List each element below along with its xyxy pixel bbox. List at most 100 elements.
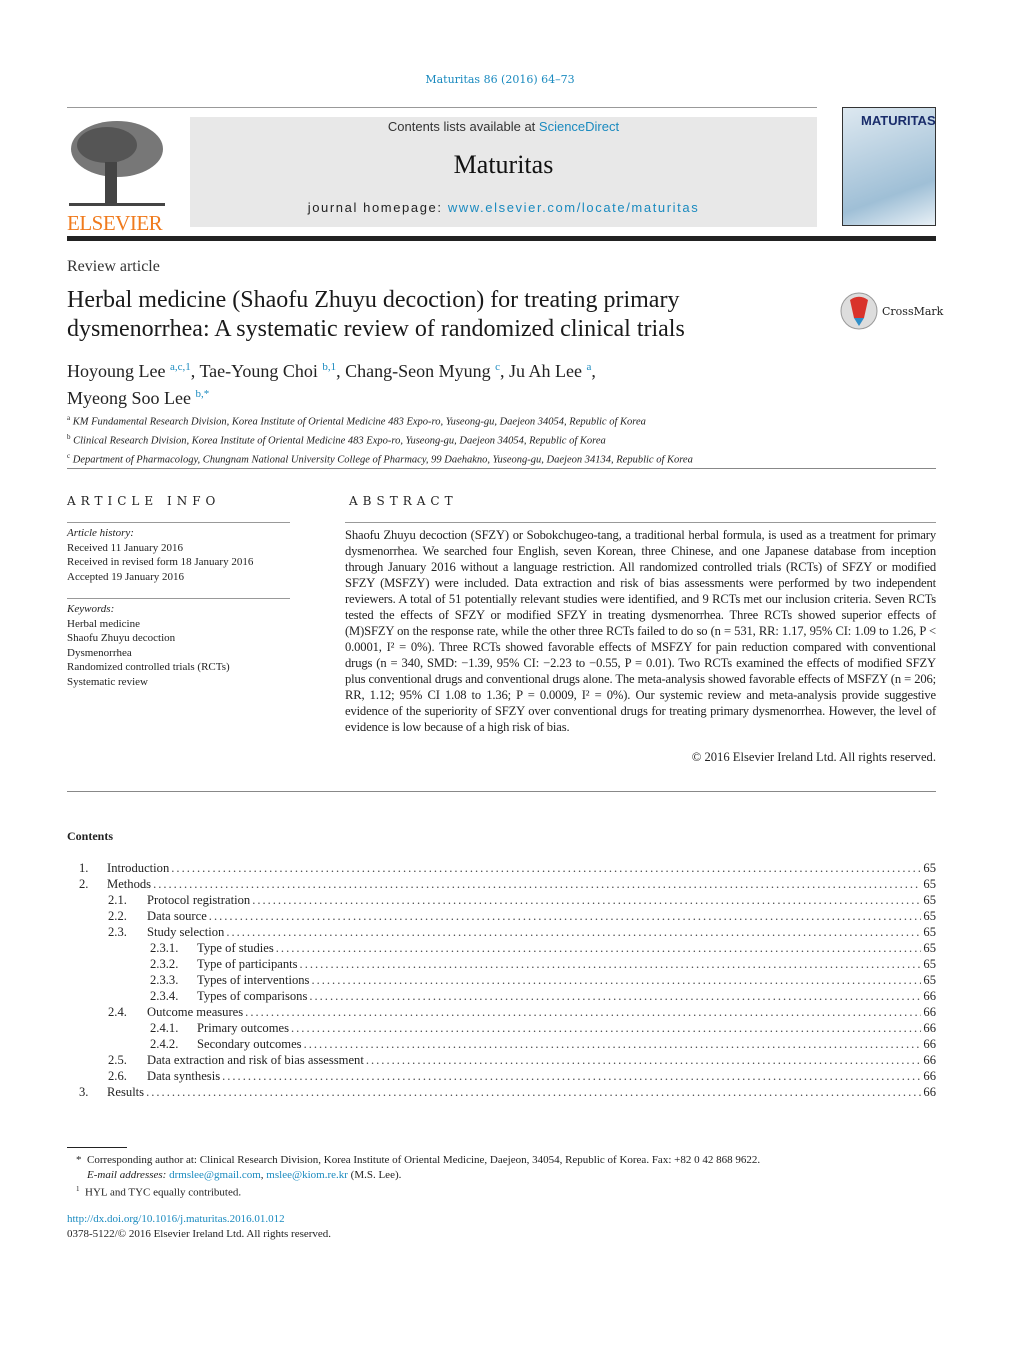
author[interactable]: Myeong Soo Lee b,* <box>67 388 209 408</box>
divider <box>67 107 817 108</box>
keyword: Shaofu Zhuyu decoction <box>67 632 176 644</box>
toc-number: 2.4.1. <box>150 1021 179 1035</box>
toc-entry[interactable]: 2.3.2. Type of participants..............… <box>67 957 936 973</box>
toc-entry[interactable]: 2.6. Data synthesis......................… <box>67 1069 936 1085</box>
homepage-link[interactable]: www.elsevier.com/locate/maturitas <box>448 200 699 215</box>
toc-entry[interactable]: 3. Results...............................… <box>67 1085 936 1101</box>
dot-leader: ........................................… <box>153 877 922 891</box>
history-item: Received in revised form 18 January 2016 <box>67 556 254 568</box>
journal-citation[interactable]: Maturitas 86 (2016) 64–73 <box>0 73 1000 86</box>
toc-entry[interactable]: 2.4.2. Secondary outcomes................… <box>67 1037 936 1053</box>
abstract-text: Shaofu Zhuyu decoction (SFZY) or Sobokch… <box>345 528 936 734</box>
toc-title[interactable]: Secondary outcomes <box>197 1037 304 1052</box>
toc-title[interactable]: Results <box>107 1085 147 1100</box>
elsevier-wordmark: ELSEVIER <box>67 211 163 235</box>
toc-entry[interactable]: 2.2. Data source.........................… <box>67 909 936 925</box>
footer: http://dx.doi.org/10.1016/j.maturitas.20… <box>67 1212 331 1241</box>
keyword: Randomized controlled trials (RCTs) <box>67 661 230 673</box>
toc-page: 65 <box>923 957 936 971</box>
divider <box>67 522 290 523</box>
toc-entry[interactable]: 2.4.1. Primary outcomes..................… <box>67 1021 936 1037</box>
toc-entry[interactable]: 2.3.1. Type of studies...................… <box>67 941 936 957</box>
toc-title[interactable]: Types of interventions <box>197 973 312 988</box>
journal-name: Maturitas <box>453 150 554 179</box>
footnote-rule <box>67 1147 127 1148</box>
toc-page: 65 <box>923 941 936 955</box>
author-list: Hoyoung Lee a,c,1, Tae-Young Choi b,1, C… <box>67 361 596 408</box>
toc-number: 3. <box>79 1085 89 1099</box>
history-label: Article history: <box>67 527 134 539</box>
sciencedirect-link[interactable]: ScienceDirect <box>539 119 619 134</box>
toc-number: 2.3.2. <box>150 957 179 971</box>
dot-leader: ........................................… <box>146 1085 921 1099</box>
equal-contribution-footnote: 1 HYL and TYC equally contributed. <box>76 1185 242 1199</box>
toc-number: 2.2. <box>108 909 127 923</box>
dot-leader: ........................................… <box>275 941 922 955</box>
header-rule <box>67 236 936 241</box>
toc-page: 65 <box>923 973 936 987</box>
author[interactable]: Chang-Seon Myung c <box>345 361 500 381</box>
toc-entry[interactable]: 2.3.4. Types of comparisons..............… <box>67 989 936 1005</box>
toc-entry[interactable]: 2.1. Protocol registration...............… <box>67 893 936 909</box>
toc-title[interactable]: Type of participants <box>197 957 300 972</box>
divider <box>345 522 936 523</box>
toc-number: 2. <box>79 877 89 891</box>
toc-entry[interactable]: 2.5. Data extraction and risk of bias ass… <box>67 1053 936 1069</box>
toc-entry[interactable]: 2. Methods...............................… <box>67 877 936 893</box>
toc-number: 2.6. <box>108 1069 127 1083</box>
toc-entry[interactable]: 1. Introduction..........................… <box>67 861 936 877</box>
history-item: Accepted 19 January 2016 <box>67 570 184 583</box>
toc-title[interactable]: Study selection <box>147 925 227 940</box>
toc-page: 65 <box>923 877 936 891</box>
toc-number: 2.3. <box>108 925 127 939</box>
toc-title[interactable]: Protocol registration <box>147 893 253 908</box>
toc-title[interactable]: Data synthesis <box>147 1069 223 1084</box>
keyword: Systematic review <box>67 675 148 688</box>
toc-page: 66 <box>923 989 936 1003</box>
history-item: Received 11 January 2016 <box>67 541 183 554</box>
toc-number: 2.3.1. <box>150 941 179 955</box>
author[interactable]: Ju Ah Lee a <box>509 361 591 381</box>
dot-leader: ........................................… <box>365 1053 922 1067</box>
journal-banner: Contents lists available at ScienceDirec… <box>190 117 817 227</box>
toc-title[interactable]: Data source <box>147 909 209 924</box>
toc-title[interactable]: Types of comparisons <box>197 989 310 1004</box>
toc-title[interactable]: Type of studies <box>197 941 276 956</box>
email-link[interactable]: mslee@kiom.re.kr <box>266 1169 348 1181</box>
toc-title[interactable]: Introduction <box>107 861 172 876</box>
toc-entry[interactable]: 2.3. Study selection.....................… <box>67 925 936 941</box>
dot-leader: ........................................… <box>299 957 922 971</box>
toc-page: 66 <box>923 1005 936 1019</box>
dot-leader: ........................................… <box>208 909 922 923</box>
toc-number: 2.1. <box>108 893 127 907</box>
toc-number: 2.4. <box>108 1005 127 1019</box>
toc-page: 65 <box>923 861 936 875</box>
dot-leader: ........................................… <box>226 925 922 939</box>
toc-title[interactable]: Outcome measures <box>147 1005 246 1020</box>
crossmark-button[interactable]: CrossMark <box>840 292 943 330</box>
issn-copyright: 0378-5122/© 2016 Elsevier Ireland Ltd. A… <box>67 1227 332 1240</box>
divider <box>67 598 290 599</box>
dot-leader: ........................................… <box>311 973 921 987</box>
email-footnote: E-mail addresses: drmslee@gmail.com, msl… <box>87 1168 402 1181</box>
toc-title[interactable]: Primary outcomes <box>197 1021 291 1036</box>
author[interactable]: Hoyoung Lee a,c,1 <box>67 361 191 381</box>
doi-link[interactable]: http://dx.doi.org/10.1016/j.maturitas.20… <box>67 1213 285 1225</box>
contents-heading: Contents <box>67 829 114 843</box>
toc-entry[interactable]: 2.4. Outcome measures....................… <box>67 1005 936 1021</box>
dot-leader: ........................................… <box>291 1021 921 1035</box>
affiliation: c Department of Pharmacology, Chungnam N… <box>67 452 693 466</box>
toc-page: 66 <box>923 1053 936 1067</box>
table-of-contents: 1. Introduction..........................… <box>67 861 936 1101</box>
dot-leader: ........................................… <box>252 893 922 907</box>
toc-title[interactable]: Methods <box>107 877 154 892</box>
tree-icon <box>67 117 167 209</box>
abstract-copyright: © 2016 Elsevier Ireland Ltd. All rights … <box>691 750 936 764</box>
affiliation: b Clinical Research Division, Korea Inst… <box>67 433 606 447</box>
toc-entry[interactable]: 2.3.3. Types of interventions............… <box>67 973 936 989</box>
toc-title[interactable]: Data extraction and risk of bias assessm… <box>147 1053 366 1068</box>
article-title: Herbal medicine (Shaofu Zhuyu decoction)… <box>67 287 685 342</box>
journal-cover[interactable]: MATURITAS <box>842 107 936 226</box>
email-link[interactable]: drmslee@gmail.com <box>169 1169 261 1181</box>
author[interactable]: Tae-Young Choi b,1 <box>199 361 336 381</box>
